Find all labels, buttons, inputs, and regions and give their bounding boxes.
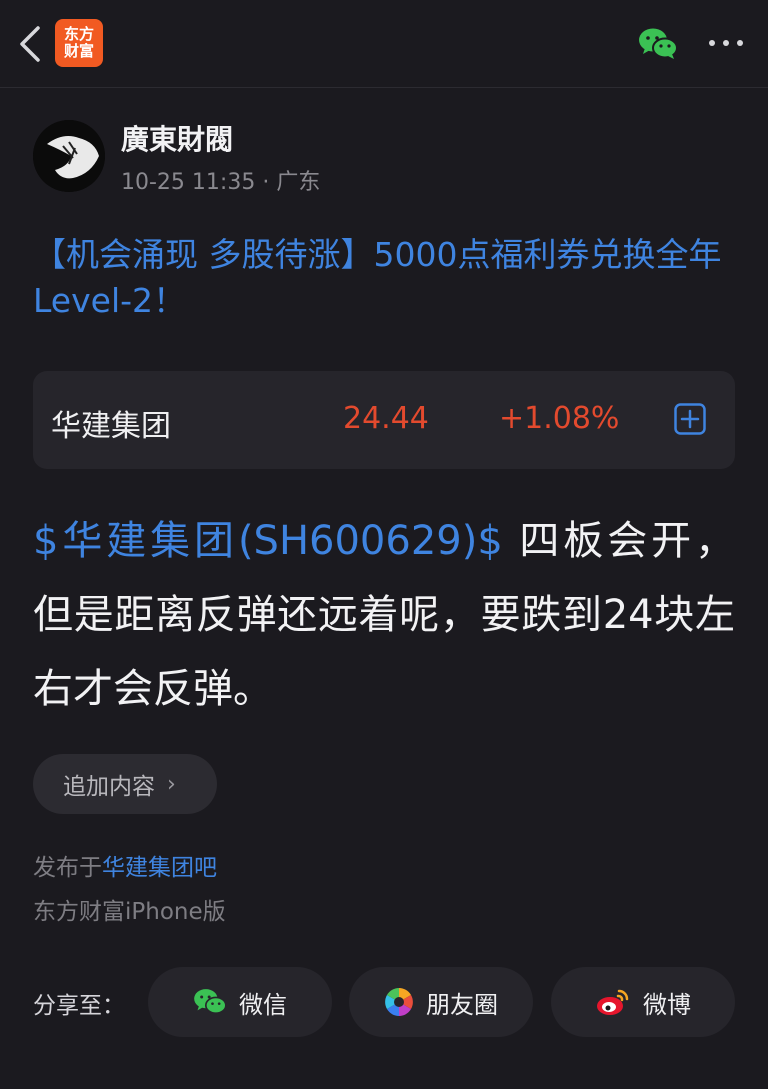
back-arrow-icon[interactable]: [14, 24, 48, 64]
weibo-icon: [597, 989, 629, 1015]
top-nav-bar: 东方 财富: [0, 0, 768, 88]
more-options-icon[interactable]: [706, 34, 746, 52]
eastmoney-logo[interactable]: 东方 财富: [55, 19, 103, 67]
share-weibo-label: 微博: [643, 990, 691, 1019]
share-wechat-button[interactable]: 微信: [148, 967, 332, 1037]
stock-change-percent: +1.08%: [499, 401, 620, 436]
share-weibo-button[interactable]: 微博: [551, 967, 735, 1037]
author-avatar[interactable]: [33, 120, 105, 192]
share-wechat-label: 微信: [239, 990, 287, 1019]
stock-quote-card[interactable]: 华建集团 24.44 +1.08%: [33, 371, 735, 469]
logo-text-line1: 东方: [63, 25, 94, 43]
moments-icon: [385, 988, 413, 1016]
post-title-link[interactable]: 【机会涌现 多股待涨】5000点福利券兑换全年Level-2！: [33, 232, 735, 324]
stock-price: 24.44: [343, 401, 429, 436]
post-meta: 10-25 11:35 · 广东: [121, 164, 320, 196]
published-prefix: 发布于: [33, 855, 102, 881]
stock-name: 华建集团: [51, 409, 171, 444]
meta-separator: ·: [262, 170, 270, 195]
chevron-right-icon: ›: [167, 771, 176, 797]
post-location: 广东: [276, 170, 321, 195]
share-moments-button[interactable]: 朋友圈: [349, 967, 533, 1037]
share-moments-label: 朋友圈: [426, 990, 498, 1019]
stock-link[interactable]: $华建集团(SH600629)$: [33, 518, 503, 564]
post-time: 10-25 11:35: [121, 170, 256, 195]
author-name[interactable]: 廣東財閥: [121, 118, 233, 158]
stock-bar-link[interactable]: 华建集团吧: [102, 855, 217, 881]
add-content-button[interactable]: 追加内容 ›: [33, 754, 217, 814]
add-content-label: 追加内容: [63, 774, 155, 800]
share-label: 分享至：: [33, 993, 125, 1019]
add-to-watchlist-icon[interactable]: [674, 403, 706, 435]
wechat-icon: [194, 989, 227, 1015]
post-body: $华建集团(SH600629)$ 四板会开，但是距离反弹还远着呢，要跌到24块左…: [33, 504, 735, 726]
published-in: 发布于华建集团吧: [33, 848, 217, 882]
logo-text-line2: 财富: [63, 42, 94, 60]
wechat-share-icon[interactable]: [638, 26, 678, 62]
client-source: 东方财富iPhone版: [33, 899, 226, 925]
